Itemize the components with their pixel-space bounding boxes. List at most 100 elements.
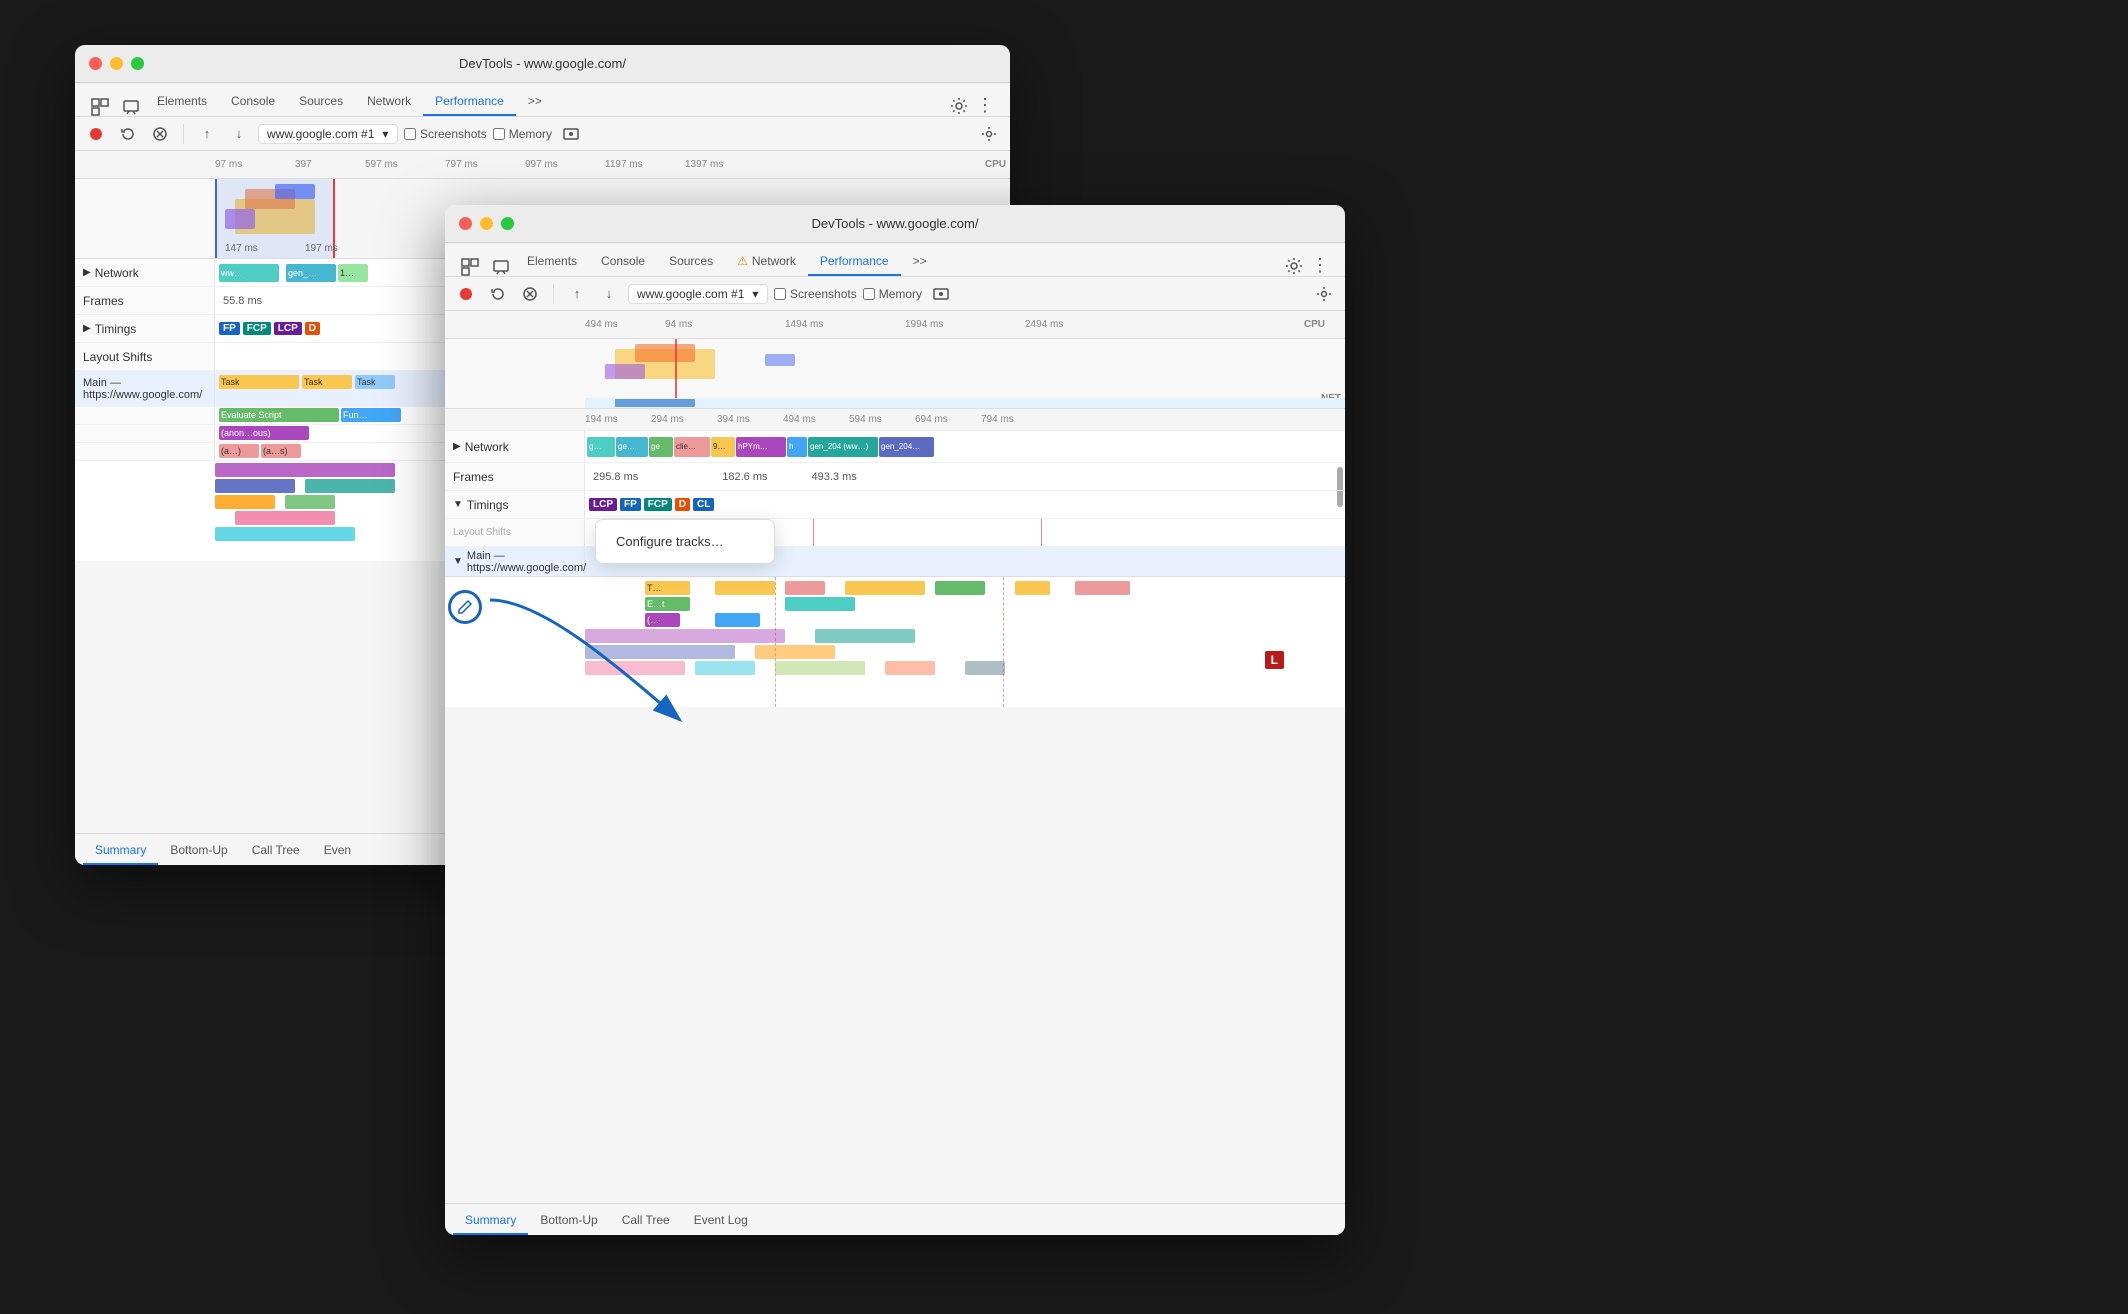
tab-performance-1[interactable]: Performance: [423, 88, 516, 116]
nb-hpym: hPYm…: [736, 437, 786, 457]
nb-g: g…: [587, 437, 615, 457]
fcp-badge-2: FCP: [644, 498, 672, 511]
event-log-tab-2[interactable]: Event Log: [682, 1207, 760, 1235]
close-button-1[interactable]: [89, 57, 102, 70]
bottom-up-tab-1[interactable]: Bottom-Up: [158, 837, 239, 865]
traffic-lights-1: [89, 57, 144, 70]
call-tree-tab-1[interactable]: Call Tree: [240, 837, 312, 865]
settings-icon-1[interactable]: [950, 97, 968, 115]
configure-tracks-item[interactable]: Configure tracks…: [596, 526, 774, 557]
frames-label-2: Frames: [445, 463, 585, 490]
clear-button-1[interactable]: [147, 121, 173, 147]
arefs-label-1: [75, 443, 215, 460]
tab-elements-2[interactable]: Elements: [515, 248, 589, 276]
ruler-1197ms: 1197 ms: [605, 159, 643, 170]
nb-gen204: gen_204…: [879, 437, 934, 457]
task-block-3: Task: [355, 375, 395, 389]
more-tabs-1[interactable]: >>: [516, 88, 554, 116]
memory-checkbox-2[interactable]: Memory: [863, 287, 922, 301]
more-menu-icon-1[interactable]: ⋮: [976, 95, 994, 116]
maximize-button-2[interactable]: [501, 217, 514, 230]
ruler-2494ms-2: 2494 ms: [1025, 319, 1063, 330]
url-selector-1[interactable]: www.google.com #1 ▾: [258, 124, 398, 144]
download-button-2[interactable]: ↓: [596, 281, 622, 307]
network-track-2: ▶ Network g… ge… ge clie… 9… hPYm… h gen…: [445, 431, 1345, 463]
call-tree-tab-2[interactable]: Call Tree: [610, 1207, 682, 1235]
timeline-ruler-2: 494 ms 94 ms 1494 ms 1994 ms 2494 ms CPU: [445, 311, 1345, 339]
network-throttle-2[interactable]: [928, 281, 954, 307]
fp-badge-2: FP: [620, 498, 641, 511]
main-track-header-2: ▼ Main — https://www.google.com/: [445, 547, 1345, 577]
d-badge-2: D: [675, 498, 690, 511]
network-throttle-1[interactable]: [558, 121, 584, 147]
tab-sources-1[interactable]: Sources: [287, 88, 355, 116]
ruler-397ms: 397: [295, 159, 312, 170]
tabs-bar-1: Elements Console Sources Network Perform…: [75, 83, 1010, 117]
configure-tracks-popup: Configure tracks…: [595, 519, 775, 564]
title-bar-1: DevTools - www.google.com/: [75, 45, 1010, 83]
ruler-1397ms: 1397 ms: [685, 159, 723, 170]
frame-val-3: 493.3 ms: [812, 471, 857, 483]
record-button-1[interactable]: [83, 121, 109, 147]
minimize-button-2[interactable]: [480, 217, 493, 230]
tab-sources-2[interactable]: Sources: [657, 248, 725, 276]
cpu-label-2: CPU: [1304, 319, 1325, 330]
timeline-ruler-1: 97 ms 397 597 ms 797 ms 997 ms 1197 ms 1…: [75, 151, 1010, 179]
summary-tab-2[interactable]: Summary: [453, 1207, 528, 1235]
upload-button-1[interactable]: ↑: [194, 121, 220, 147]
record-button-2[interactable]: [453, 281, 479, 307]
clear-button-2[interactable]: [517, 281, 543, 307]
title-bar-2: DevTools - www.google.com/: [445, 205, 1345, 243]
device-icon-1: [117, 98, 145, 116]
refresh-button-1[interactable]: [115, 121, 141, 147]
lcp-badge-1: LCP: [274, 322, 302, 335]
memory-checkbox-1[interactable]: Memory: [493, 127, 552, 141]
nb-h: h: [787, 437, 807, 457]
devtools-icon-2: [453, 258, 487, 276]
frames-content-2: 295.8 ms 182.6 ms 493.3 ms: [585, 463, 1345, 490]
settings-button-2[interactable]: [1311, 281, 1337, 307]
tab-console-1[interactable]: Console: [219, 88, 287, 116]
frame-val-2: 182.6 ms: [722, 471, 767, 483]
anon-label-1: [75, 425, 215, 442]
tl-694ms: 694 ms: [915, 414, 948, 425]
perf-toolbar-1: ↑ ↓ www.google.com #1 ▾ Screenshots Memo…: [75, 117, 1010, 151]
minimize-button-1[interactable]: [110, 57, 123, 70]
tab-elements-1[interactable]: Elements: [145, 88, 219, 116]
upload-button-2[interactable]: ↑: [564, 281, 590, 307]
eval-script-block: Evaluate Script: [219, 408, 339, 422]
task-block-1: Task: [219, 375, 299, 389]
url-selector-2[interactable]: www.google.com #1 ▾: [628, 284, 768, 304]
nb-clie: clie…: [674, 437, 710, 457]
more-menu-icon-2[interactable]: ⋮: [1311, 255, 1329, 276]
tab-performance-2[interactable]: Performance: [808, 248, 901, 276]
summary-tab-1[interactable]: Summary: [83, 837, 158, 865]
screenshots-checkbox-2[interactable]: Screenshots: [774, 287, 857, 301]
more-tabs-2[interactable]: >>: [901, 248, 939, 276]
settings-icon-2[interactable]: [1285, 257, 1303, 275]
tl-394ms: 394 ms: [717, 414, 750, 425]
fun-block: Fun…: [341, 408, 401, 422]
aref-block-2: (a…s): [261, 444, 301, 458]
close-button-2[interactable]: [459, 217, 472, 230]
download-button-1[interactable]: ↓: [226, 121, 252, 147]
perf-toolbar-2: ↑ ↓ www.google.com #1 ▾ Screenshots Memo…: [445, 277, 1345, 311]
tab-console-2[interactable]: Console: [589, 248, 657, 276]
nb-ge: ge…: [616, 437, 648, 457]
event-log-tab-1[interactable]: Even: [312, 837, 363, 865]
tab-network-2[interactable]: ⚠ Network: [725, 248, 808, 276]
frame-val-1: 295.8 ms: [593, 471, 638, 483]
tab-network-1[interactable]: Network: [355, 88, 423, 116]
refresh-button-2[interactable]: [485, 281, 511, 307]
main-label-1: Main — https://www.google.com/: [75, 371, 215, 406]
layout-shifts-label-2: Layout Shifts: [445, 519, 585, 546]
screenshots-checkbox-1[interactable]: Screenshots: [404, 127, 487, 141]
l-badge: L: [1265, 651, 1284, 669]
bottom-up-tab-2[interactable]: Bottom-Up: [528, 1207, 609, 1235]
maximize-button-1[interactable]: [131, 57, 144, 70]
tl-594ms: 594 ms: [849, 414, 882, 425]
settings-button-1[interactable]: [976, 121, 1002, 147]
tl-294ms: 294 ms: [651, 414, 684, 425]
net-block-3: 1…: [338, 264, 368, 282]
window-title-1: DevTools - www.google.com/: [459, 56, 626, 71]
